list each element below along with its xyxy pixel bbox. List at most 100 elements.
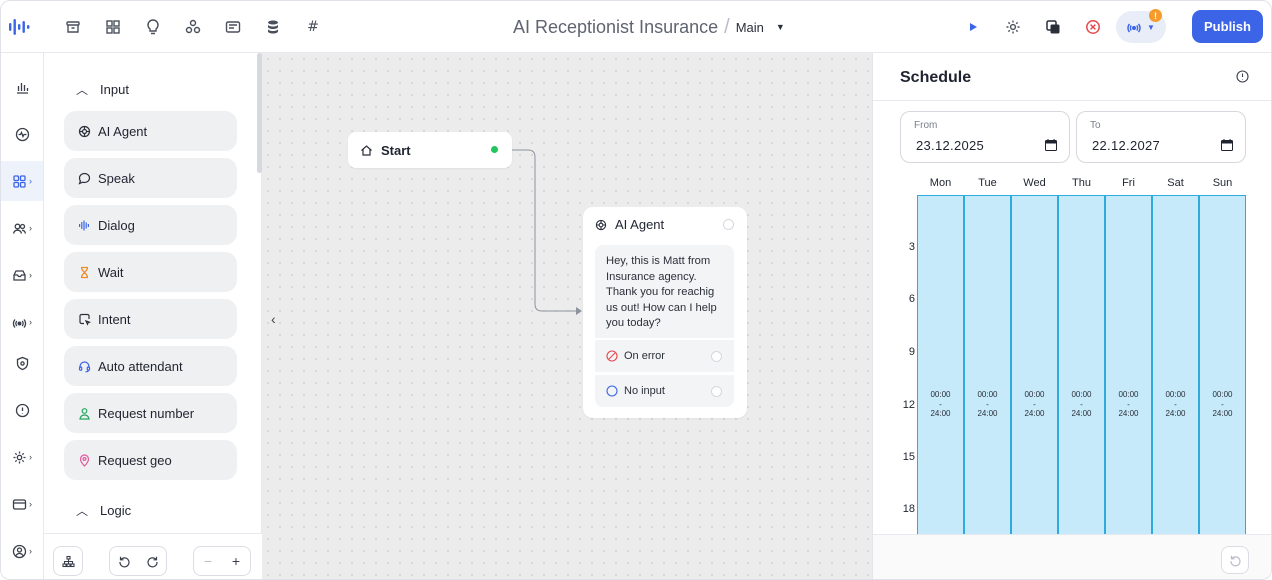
slot-start: 00:00: [1118, 390, 1139, 399]
project-title: AI Receptionist Insurance: [513, 16, 719, 37]
info-icon[interactable]: [1236, 70, 1249, 83]
play-icon[interactable]: [962, 16, 984, 38]
broadcast-icon: [12, 318, 27, 328]
activity-icon: [15, 127, 29, 141]
duplicate-icon[interactable]: [1042, 16, 1064, 38]
branch-selector[interactable]: Main: [736, 20, 764, 35]
zoom-controls: − +: [193, 546, 251, 576]
slot-start: 00:00: [1024, 390, 1045, 399]
block-label: Request geo: [98, 452, 172, 468]
block-ai-agent[interactable]: AI Agent: [64, 111, 237, 151]
slot-start: 00:00: [930, 390, 951, 399]
schedule-slot-wed[interactable]: 00:00-24:00: [1011, 195, 1058, 535]
broadcast-icon: [1127, 23, 1141, 33]
rail-item-alerts[interactable]: [1, 390, 43, 430]
rail-item-apps[interactable]: ›: [1, 161, 43, 201]
rail-item-users[interactable]: ›: [1, 208, 43, 248]
slot-start: 00:00: [977, 390, 998, 399]
from-value[interactable]: 23.12.2025: [916, 138, 984, 153]
hierarchy-icon: [54, 547, 82, 575]
integrations-icon[interactable]: [181, 15, 205, 39]
schedule-slot-sun[interactable]: 00:00-24:00: [1199, 195, 1246, 535]
undo-icon[interactable]: [110, 547, 138, 575]
publish-button[interactable]: Publish: [1192, 10, 1263, 43]
chevron-up-icon[interactable]: ︿: [76, 502, 88, 519]
slot-end: 24:00: [930, 409, 951, 418]
chevron-right-icon: ›: [29, 317, 32, 327]
chevron-right-icon: ›: [29, 223, 32, 233]
hashtag-icon[interactable]: #: [301, 15, 325, 39]
auto-layout-button[interactable]: [53, 546, 83, 576]
archive-icon[interactable]: [61, 15, 85, 39]
block-speak[interactable]: Speak: [64, 158, 237, 198]
ai-agent-node[interactable]: AI Agent Hey, this is Matt from Insuranc…: [583, 207, 747, 418]
schedule-slot-thu[interactable]: 00:00-24:00: [1058, 195, 1105, 535]
panel-title: Schedule: [900, 69, 972, 86]
schedule-slot-fri[interactable]: 00:00-24:00: [1105, 195, 1152, 535]
deploy-menu-button[interactable]: ▼ !: [1116, 9, 1166, 43]
start-node[interactable]: Start: [348, 132, 512, 168]
block-request-number[interactable]: Request number: [64, 393, 237, 433]
history-controls: [109, 546, 167, 576]
hour-label: 12: [902, 399, 915, 411]
block-request-geo[interactable]: Request geo: [64, 440, 237, 480]
slot-start: 00:00: [1165, 390, 1186, 399]
close-circle-icon[interactable]: [1082, 16, 1104, 38]
document-icon[interactable]: [221, 15, 245, 39]
rail-item-broadcast[interactable]: ›: [1, 302, 43, 342]
waveform-icon: [77, 218, 91, 232]
rail-item-billing[interactable]: ›: [1, 484, 43, 524]
rail-item-activity[interactable]: [1, 114, 43, 154]
block-intent[interactable]: Intent: [64, 299, 237, 339]
chevron-up-icon[interactable]: ︿: [76, 81, 88, 98]
slot-dash: -: [1221, 399, 1224, 409]
output-on-error[interactable]: On error: [595, 340, 734, 372]
users-icon: [12, 223, 27, 234]
blocks-icon[interactable]: [101, 15, 125, 39]
app-logo-icon[interactable]: [7, 14, 33, 40]
billing-icon: [12, 498, 27, 510]
output-port[interactable]: [711, 386, 722, 397]
schedule-slot-mon[interactable]: 00:00-24:00: [917, 195, 964, 535]
output-port[interactable]: [491, 146, 498, 153]
from-date-field[interactable]: From 23.12.2025: [900, 111, 1070, 163]
calendar-icon[interactable]: [1045, 139, 1057, 151]
section-logic[interactable]: ︿ Logic: [76, 502, 131, 519]
slot-end: 24:00: [1071, 409, 1092, 418]
day-header: Sat: [1167, 177, 1184, 189]
to-value[interactable]: 22.12.2027: [1092, 138, 1160, 153]
gear-icon[interactable]: [1002, 16, 1024, 38]
chevron-down-icon[interactable]: ▼: [776, 22, 785, 32]
calendar-icon[interactable]: [1221, 139, 1233, 151]
chevron-right-icon: ›: [29, 176, 32, 186]
hourglass-icon: [77, 265, 91, 279]
schedule-slot-tue[interactable]: 00:00-24:00: [964, 195, 1011, 535]
rail-item-analytics[interactable]: [1, 67, 43, 107]
breadcrumb-separator: /: [724, 15, 730, 38]
lightbulb-icon[interactable]: [141, 15, 165, 39]
reset-schedule-button[interactable]: [1221, 546, 1249, 574]
zoom-in-icon[interactable]: +: [222, 547, 250, 575]
output-no-input[interactable]: No input: [595, 375, 734, 407]
rail-item-security[interactable]: [1, 343, 43, 383]
block-auto-attendant[interactable]: Auto attendant: [64, 346, 237, 386]
profile-icon: [12, 544, 27, 558]
database-icon[interactable]: [261, 15, 285, 39]
hour-label: 3: [908, 241, 915, 253]
block-wait[interactable]: Wait: [64, 252, 237, 292]
section-input[interactable]: ︿ Input: [76, 81, 129, 98]
headset-icon: [77, 359, 91, 373]
rail-item-settings[interactable]: ›: [1, 437, 43, 477]
output-port[interactable]: [711, 351, 722, 362]
section-logic-label: Logic: [100, 503, 132, 518]
warning-badge: !: [1149, 9, 1162, 22]
shield-icon: [16, 356, 28, 370]
schedule-slot-sat[interactable]: 00:00-24:00: [1152, 195, 1199, 535]
block-dialog[interactable]: Dialog: [64, 205, 237, 245]
rail-item-profile[interactable]: ›: [1, 531, 43, 571]
zoom-out-icon[interactable]: −: [194, 547, 222, 575]
rail-item-inbox[interactable]: ›: [1, 255, 43, 295]
redo-icon[interactable]: [138, 547, 166, 575]
collapse-panel-icon[interactable]: ‹: [271, 311, 276, 327]
to-date-field[interactable]: To 22.12.2027: [1076, 111, 1246, 163]
